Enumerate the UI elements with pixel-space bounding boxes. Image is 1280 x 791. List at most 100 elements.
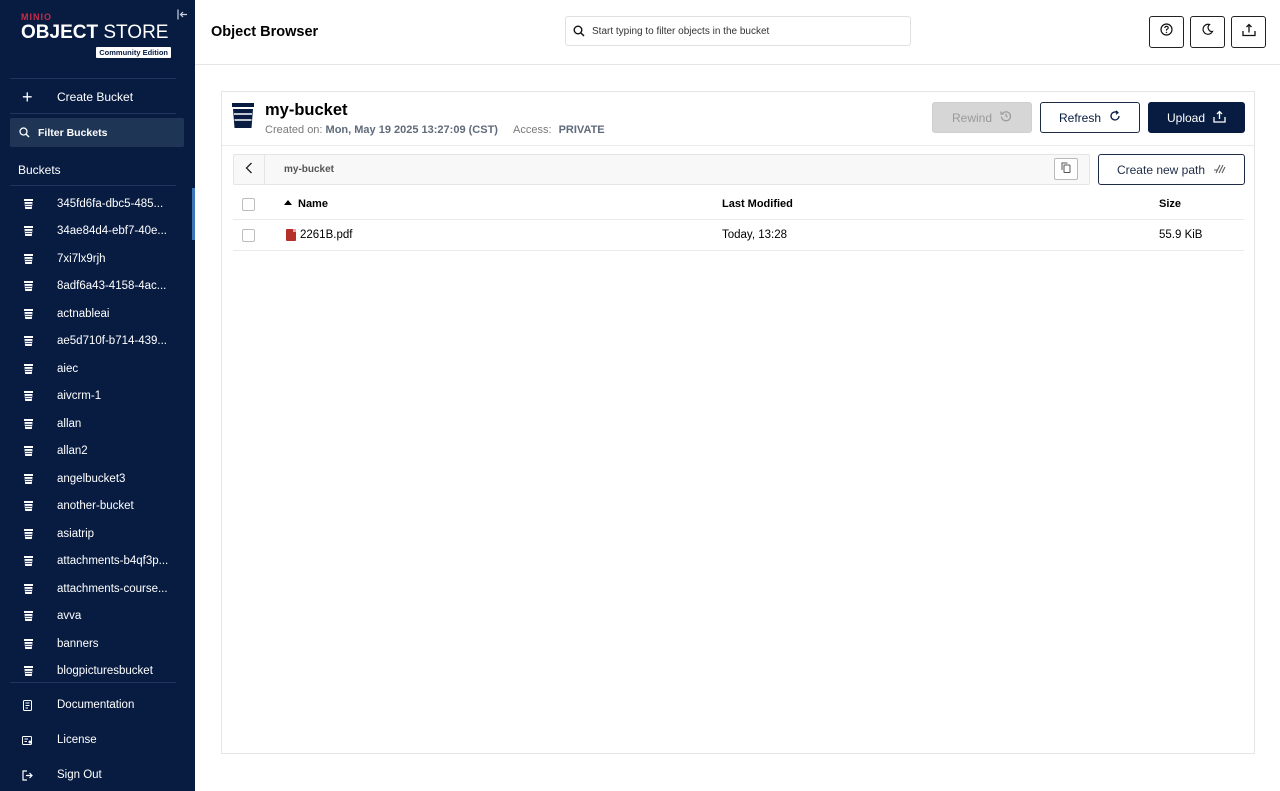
bucket-list-item[interactable]: asiatrip bbox=[0, 520, 195, 548]
bucket-list-item[interactable]: avva bbox=[0, 603, 195, 631]
bucket-list-item[interactable]: allan bbox=[0, 410, 195, 438]
bucket-list-item[interactable]: 7xi7lx9rjh bbox=[0, 245, 195, 273]
create-bucket-button[interactable]: + Create Bucket bbox=[0, 84, 195, 110]
search-icon bbox=[566, 25, 592, 37]
bucket-list: 345fd6fa-dbc5-485... 34ae84d4-ebf7-40e...… bbox=[0, 190, 195, 685]
row-checkbox[interactable] bbox=[242, 229, 255, 242]
bucket-icon bbox=[0, 198, 57, 209]
minio-logo[interactable]: MINIO OBJECT STORE Community Edition bbox=[21, 12, 176, 60]
column-header-name[interactable]: Name bbox=[298, 198, 328, 210]
collapse-sidebar-icon[interactable] bbox=[175, 9, 189, 23]
bucket-list-item[interactable]: blogpicturesbucket bbox=[0, 658, 195, 686]
bucket-list-item[interactable]: allan2 bbox=[0, 438, 195, 466]
upload-tray-icon bbox=[1241, 23, 1256, 42]
copy-icon bbox=[1061, 160, 1071, 178]
refresh-button[interactable]: Refresh bbox=[1040, 102, 1140, 133]
bucket-icon bbox=[0, 336, 57, 347]
top-header: Object Browser bbox=[195, 0, 1280, 65]
bucket-icon bbox=[0, 473, 57, 484]
license-link[interactable]: License bbox=[0, 725, 195, 755]
bucket-icon bbox=[0, 556, 57, 567]
sign-out-label: Sign Out bbox=[57, 769, 102, 781]
bucket-name-label: attachments-b4qf3p... bbox=[57, 555, 169, 568]
logo-product-bold: OBJECT bbox=[21, 22, 99, 43]
bucket-name-label: allan bbox=[57, 417, 82, 430]
bucket-name-label: angelbucket3 bbox=[57, 472, 126, 485]
bucket-icon bbox=[0, 226, 57, 237]
dark-mode-toggle[interactable] bbox=[1190, 16, 1225, 48]
bucket-list-item[interactable]: 34ae84d4-ebf7-40e... bbox=[0, 218, 195, 246]
logo-brand: MINIO bbox=[21, 12, 52, 22]
bucket-name-label: 8adf6a43-4158-4ac... bbox=[57, 280, 167, 293]
bucket-name: my-bucket bbox=[265, 101, 348, 119]
bucket-list-item[interactable]: 8adf6a43-4158-4ac... bbox=[0, 273, 195, 301]
document-icon bbox=[0, 699, 57, 711]
create-bucket-label: Create Bucket bbox=[57, 90, 134, 104]
bucket-icon bbox=[232, 103, 254, 133]
object-search-box[interactable] bbox=[565, 16, 911, 46]
rewind-button[interactable]: Rewind bbox=[932, 102, 1032, 133]
pdf-file-icon bbox=[286, 229, 296, 241]
documentation-link[interactable]: Documentation bbox=[0, 690, 195, 720]
table-row[interactable]: 2261B.pdf Today, 13:28 55.9 KiB bbox=[233, 220, 1244, 251]
chevron-left-icon bbox=[245, 161, 253, 179]
download-button[interactable] bbox=[1231, 16, 1266, 48]
bucket-name-label: aiec bbox=[57, 362, 79, 375]
access-value: PRIVATE bbox=[558, 124, 605, 136]
object-search-input[interactable] bbox=[592, 25, 902, 37]
filter-buckets-input[interactable]: Filter Buckets bbox=[10, 118, 184, 147]
create-new-path-button[interactable]: Create new path bbox=[1098, 154, 1245, 185]
bucket-icon bbox=[0, 583, 57, 594]
copy-path-button[interactable] bbox=[1054, 158, 1078, 180]
object-name-cell[interactable]: 2261B.pdf bbox=[286, 229, 352, 241]
rewind-label: Rewind bbox=[951, 110, 993, 125]
bucket-icon bbox=[0, 666, 57, 677]
bucket-icon bbox=[0, 501, 57, 512]
upload-label: Upload bbox=[1166, 110, 1206, 125]
help-button[interactable] bbox=[1149, 16, 1184, 48]
bucket-icon bbox=[0, 528, 57, 539]
upload-button[interactable]: Upload bbox=[1148, 102, 1245, 133]
bucket-icon bbox=[0, 281, 57, 292]
sidebar-divider bbox=[10, 185, 176, 186]
logo-edition-badge: Community Edition bbox=[96, 47, 171, 58]
filter-buckets-label: Filter Buckets bbox=[38, 126, 108, 139]
documentation-label: Documentation bbox=[57, 699, 135, 711]
bucket-name-label: another-bucket bbox=[57, 500, 134, 513]
objects-table: Name Last Modified Size 2261B.pdf Today,… bbox=[233, 189, 1244, 251]
bucket-list-item[interactable]: ae5d710f-b714-439... bbox=[0, 328, 195, 356]
object-browser-card: my-bucket Created on: Mon, May 19 2025 1… bbox=[221, 91, 1255, 754]
bucket-meta: Created on: Mon, May 19 2025 13:27:09 (C… bbox=[265, 124, 605, 136]
refresh-label: Refresh bbox=[1058, 110, 1102, 125]
bucket-list-item[interactable]: banners bbox=[0, 630, 195, 658]
breadcrumb-path[interactable]: my-bucket bbox=[284, 164, 334, 175]
bucket-list-item[interactable]: attachments-course... bbox=[0, 575, 195, 603]
history-icon bbox=[1000, 110, 1012, 125]
column-header-last-modified[interactable]: Last Modified bbox=[722, 198, 793, 210]
bucket-list-item[interactable]: another-bucket bbox=[0, 493, 195, 521]
bucket-icon bbox=[0, 638, 57, 649]
back-button[interactable] bbox=[234, 155, 265, 184]
bucket-name-label: avva bbox=[57, 610, 82, 623]
help-icon bbox=[1160, 23, 1173, 41]
table-header-row: Name Last Modified Size bbox=[233, 189, 1244, 220]
search-icon bbox=[10, 127, 38, 138]
sort-ascending-icon[interactable] bbox=[284, 200, 292, 205]
bucket-list-item[interactable]: aiec bbox=[0, 355, 195, 383]
moon-icon bbox=[1201, 23, 1214, 41]
new-path-icon bbox=[1213, 163, 1226, 177]
sign-out-link[interactable]: Sign Out bbox=[0, 760, 195, 790]
page-title: Object Browser bbox=[211, 24, 319, 40]
bucket-icon bbox=[0, 446, 57, 457]
bucket-list-item[interactable]: attachments-b4qf3p... bbox=[0, 548, 195, 576]
bucket-name-label: 7xi7lx9rjh bbox=[57, 252, 106, 265]
bucket-list-item[interactable]: aivcrm-1 bbox=[0, 383, 195, 411]
bucket-icon bbox=[0, 308, 57, 319]
select-all-checkbox[interactable] bbox=[242, 198, 255, 211]
object-last-modified: Today, 13:28 bbox=[722, 229, 788, 241]
column-header-size[interactable]: Size bbox=[1159, 198, 1181, 210]
bucket-list-item[interactable]: actnableai bbox=[0, 300, 195, 328]
sidebar-divider bbox=[10, 78, 176, 79]
bucket-list-item[interactable]: angelbucket3 bbox=[0, 465, 195, 493]
bucket-list-item[interactable]: 345fd6fa-dbc5-485... bbox=[0, 190, 195, 218]
